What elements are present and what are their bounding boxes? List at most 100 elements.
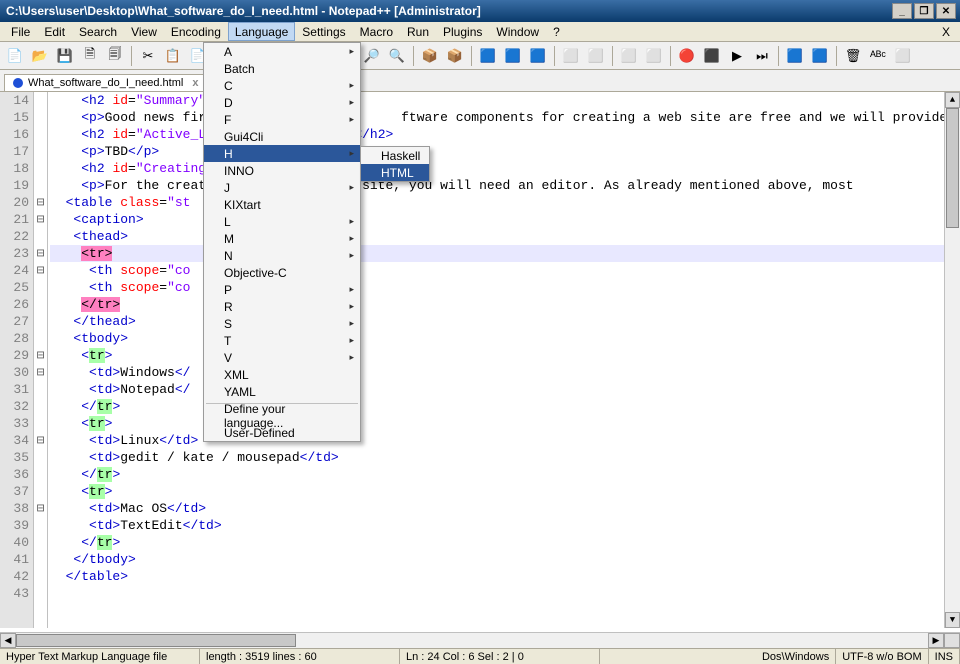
toolbar-button[interactable]: ⏭ — [751, 45, 773, 67]
lang-menu-a[interactable]: A — [204, 43, 360, 60]
lang-menu-gui4cli[interactable]: Gui4Cli — [204, 128, 360, 145]
code-line[interactable]: <td>Notepad</ — [50, 381, 944, 398]
lang-menu-f[interactable]: F — [204, 111, 360, 128]
scroll-up-icon[interactable]: ▲ — [945, 92, 960, 108]
code-line[interactable]: <tr> — [50, 347, 944, 364]
toolbar-button[interactable]: ⬛ — [701, 45, 723, 67]
menu-help[interactable]: ? — [546, 22, 567, 41]
code-line[interactable]: <td>TextEdit</td> — [50, 517, 944, 534]
toolbar-button[interactable]: 📦 — [444, 45, 466, 67]
fold-marker[interactable]: ⊟ — [34, 245, 47, 262]
code-line[interactable]: </tbody> — [50, 551, 944, 568]
menu-view[interactable]: View — [124, 22, 164, 41]
scroll-right-icon[interactable]: ▶ — [928, 633, 944, 648]
code-line[interactable]: </tr> — [50, 466, 944, 483]
code-line[interactable]: <td>gedit / kate / mousepad</td> — [50, 449, 944, 466]
toolbar-button[interactable]: ⬜ — [585, 45, 607, 67]
lang-menu-xml[interactable]: XML — [204, 366, 360, 383]
lang-menu-r[interactable]: R — [204, 298, 360, 315]
toolbar-button[interactable]: 🟦 — [809, 45, 831, 67]
toolbar-button[interactable]: ⬜ — [892, 45, 914, 67]
code-line[interactable]: </tr> — [50, 398, 944, 415]
code-line[interactable]: </tr> — [50, 296, 944, 313]
code-line[interactable]: <caption> — [50, 211, 944, 228]
code-line[interactable]: <h2 id="Creating iting</h2> — [50, 160, 944, 177]
menu-plugins[interactable]: Plugins — [436, 22, 489, 41]
lang-menu-n[interactable]: N — [204, 247, 360, 264]
toolbar-button[interactable]: 🟦 — [477, 45, 499, 67]
code-line[interactable]: <h2 id="Active_L ning</h2> — [50, 126, 944, 143]
toolbar-button[interactable]: ⬜ — [618, 45, 640, 67]
code-line[interactable]: <thead> — [50, 228, 944, 245]
toolbar-button[interactable]: 🟦 — [784, 45, 806, 67]
toolbar-button[interactable]: 🟦 — [502, 45, 524, 67]
lang-menu-j[interactable]: J — [204, 179, 360, 196]
code-line[interactable]: <table class="st — [50, 194, 944, 211]
code-line[interactable]: <h2 id="Summary" — [50, 92, 944, 109]
code-line[interactable]: <tr> — [50, 483, 944, 500]
code-line[interactable]: <td>Windows</ — [50, 364, 944, 381]
code-line[interactable]: <tbody> — [50, 330, 944, 347]
toolbar-button[interactable]: 🗑 — [842, 45, 864, 67]
hscroll-thumb[interactable] — [16, 634, 296, 647]
lang-menu-v[interactable]: V — [204, 349, 360, 366]
toolbar-button[interactable]: 🟦 — [527, 45, 549, 67]
toolbar-button[interactable]: 📂 — [29, 45, 51, 67]
menu-window[interactable]: Window — [489, 22, 546, 41]
code-area[interactable]: <h2 id="Summary" <p>Good news fir ftware… — [48, 92, 944, 628]
lang-menu-kixtart[interactable]: KIXtart — [204, 196, 360, 213]
toolbar-button[interactable]: ⬜ — [643, 45, 665, 67]
lang-menu-m[interactable]: M — [204, 230, 360, 247]
document-tab[interactable]: What_software_do_I_need.html x — [4, 74, 207, 91]
lang-menu-batch[interactable]: Batch — [204, 60, 360, 77]
menu-edit[interactable]: Edit — [37, 22, 72, 41]
fold-marker[interactable]: ⊟ — [34, 364, 47, 381]
toolbar-button[interactable]: 🔴 — [676, 45, 698, 67]
toolbar-button[interactable]: 📋 — [162, 45, 184, 67]
code-line[interactable]: <td>Mac OS</td> — [50, 500, 944, 517]
resize-grip[interactable] — [944, 633, 960, 648]
lang-menu-inno[interactable]: INNO — [204, 162, 360, 179]
fold-marker[interactable]: ⊟ — [34, 211, 47, 228]
code-line[interactable]: <tr> — [50, 415, 944, 432]
menu-settings[interactable]: Settings — [295, 22, 352, 41]
toolbar-button[interactable]: ▶ — [726, 45, 748, 67]
lang-submenu-haskell[interactable]: Haskell — [361, 147, 429, 164]
code-line[interactable]: <p>For the creat g a web site, you will … — [50, 177, 944, 194]
hscroll-track[interactable] — [16, 633, 928, 648]
code-line[interactable]: </thead> — [50, 313, 944, 330]
toolbar-button[interactable]: ᴬᴮᶜ — [867, 45, 889, 67]
toolbar-button[interactable]: ⬜ — [560, 45, 582, 67]
fold-marker[interactable]: ⊟ — [34, 500, 47, 517]
lang-menu-define-your-language-[interactable]: Define your language... — [204, 407, 360, 424]
lang-menu-user-defined[interactable]: User-Defined — [204, 424, 360, 441]
code-line[interactable]: <tr> — [50, 245, 944, 262]
menu-macro[interactable]: Macro — [353, 22, 400, 41]
code-line[interactable]: </tr> — [50, 534, 944, 551]
close-button[interactable]: ✕ — [936, 3, 956, 19]
toolbar-button[interactable]: 🔎 — [361, 45, 383, 67]
lang-menu-h[interactable]: H — [204, 145, 360, 162]
lang-menu-c[interactable]: C — [204, 77, 360, 94]
scroll-thumb[interactable] — [946, 108, 959, 228]
fold-marker[interactable]: ⊟ — [34, 347, 47, 364]
code-line[interactable]: <th scope="co </th> — [50, 262, 944, 279]
menu-file[interactable]: File — [4, 22, 37, 41]
lang-submenu-html[interactable]: HTML — [361, 164, 429, 181]
toolbar-button[interactable]: 📄 — [4, 45, 26, 67]
menu-run[interactable]: Run — [400, 22, 436, 41]
lang-menu-d[interactable]: D — [204, 94, 360, 111]
vertical-scrollbar[interactable]: ▲ ▼ — [944, 92, 960, 628]
toolbar-button[interactable]: 💾 — [54, 45, 76, 67]
maximize-button[interactable]: ❐ — [914, 3, 934, 19]
menu-language[interactable]: Language — [228, 22, 295, 41]
lang-menu-t[interactable]: T — [204, 332, 360, 349]
menu-encoding[interactable]: Encoding — [164, 22, 228, 41]
menu-search[interactable]: Search — [72, 22, 124, 41]
toolbar-button[interactable]: 🗎 — [79, 45, 101, 67]
minimize-button[interactable]: _ — [892, 3, 912, 19]
code-line[interactable]: </table> — [50, 568, 944, 585]
fold-marker[interactable]: ⊟ — [34, 262, 47, 279]
scroll-down-icon[interactable]: ▼ — [945, 612, 960, 628]
lang-menu-l[interactable]: L — [204, 213, 360, 230]
